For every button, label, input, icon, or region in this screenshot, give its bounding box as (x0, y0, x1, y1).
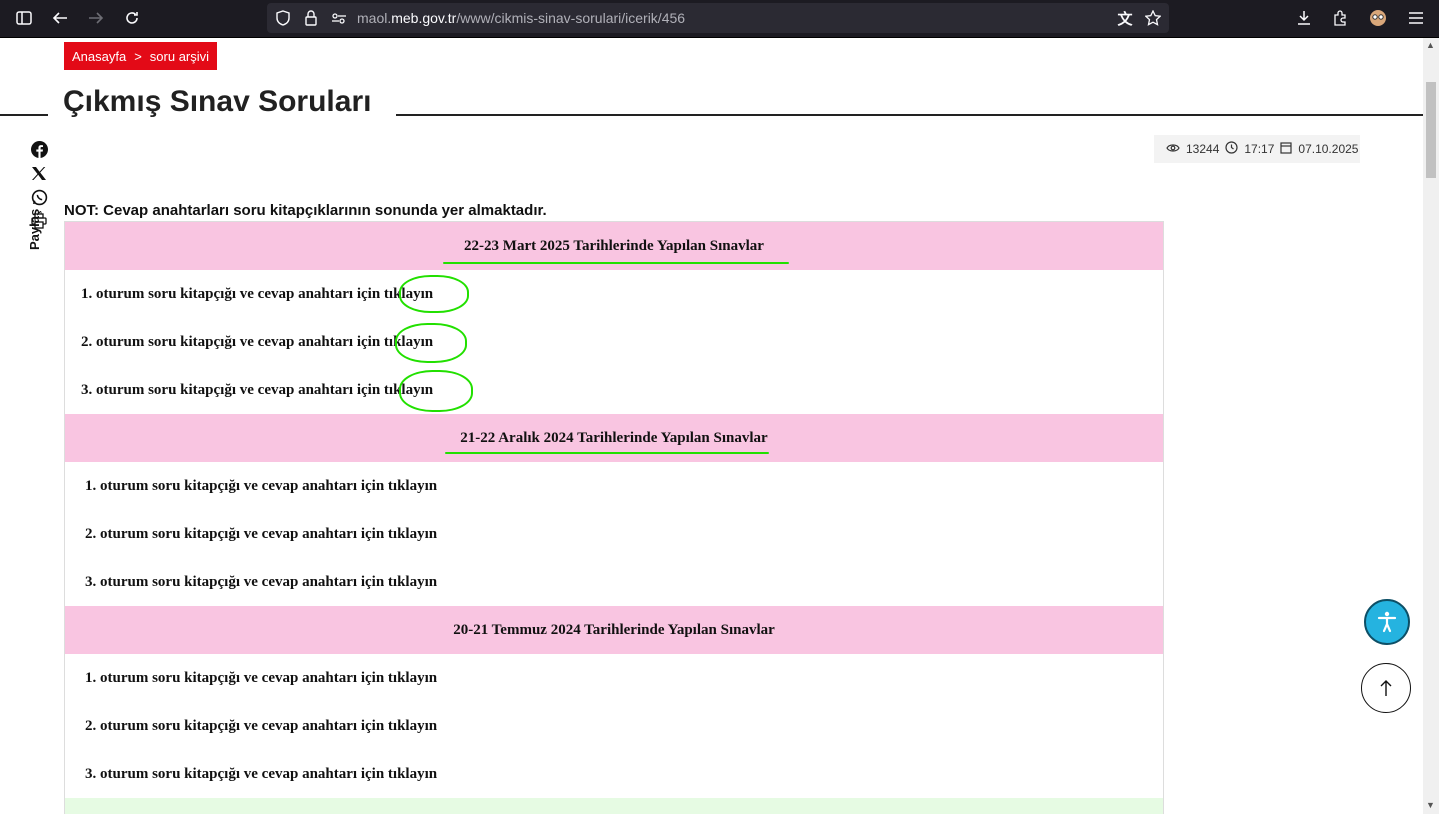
arrow-up-icon (1380, 680, 1392, 696)
annotation-circle (399, 275, 469, 313)
accessibility-icon (1377, 611, 1397, 633)
download-link[interactable]: tıklayın (388, 526, 437, 543)
sidebar-toggle-icon[interactable] (14, 8, 34, 28)
scroll-to-top-button[interactable] (1361, 663, 1411, 713)
download-link[interactable]: tıklayın (388, 766, 437, 783)
menu-icon[interactable] (1406, 8, 1426, 28)
row-text: 2. oturum soru kitapçığı ve cevap anahta… (85, 717, 385, 734)
annotation-underline (445, 452, 769, 454)
table-row: 1. oturum soru kitapçığı ve cevap anahta… (65, 270, 1163, 318)
url-text[interactable]: maol.meb.gov.tr/www/cikmis-sinav-sorular… (357, 10, 685, 26)
table-row: 1. oturum soru kitapçığı ve cevap anahta… (65, 654, 1163, 702)
section-title: 22-23 Mart 2025 Tarihlerinde Yapılan Sın… (464, 237, 764, 254)
reload-icon[interactable] (122, 8, 142, 28)
scroll-down-arrow-icon[interactable]: ▼ (1426, 800, 1435, 810)
page-scrollbar[interactable]: ▲ ▼ (1423, 38, 1439, 814)
permissions-icon[interactable] (329, 8, 349, 28)
section-title: 20-21 Temmuz 2024 Tarihlerinde Yapılan S… (453, 621, 775, 638)
breadcrumb-current[interactable]: soru arşivi (150, 49, 209, 64)
download-link[interactable]: tıklayın (388, 670, 437, 687)
breadcrumb-home-link[interactable]: Anasayfa (72, 49, 126, 64)
lock-icon[interactable] (301, 8, 321, 28)
row-text: 3. oturum soru kitapçığı ve cevap anahta… (81, 381, 381, 398)
article-meta: 13244 17:17 07.10.2025 (1154, 135, 1360, 163)
page-content: Anasayfa > soru arşivi Çıkmış Sınav Soru… (0, 38, 1423, 814)
browser-toolbar: maol.meb.gov.tr/www/cikmis-sinav-sorular… (0, 0, 1439, 38)
annotation-circle (399, 370, 473, 412)
extensions-icon[interactable] (1330, 8, 1350, 28)
table-row: 2. oturum soru kitapçığı ve cevap anahta… (65, 702, 1163, 750)
publish-time: 17:17 (1244, 142, 1275, 156)
shield-icon[interactable] (273, 8, 293, 28)
table-row: 3. oturum soru kitapçığı ve cevap anahta… (65, 366, 1163, 414)
section-title: 21-22 Aralık 2024 Tarihlerinde Yapılan S… (460, 429, 768, 446)
downloads-icon[interactable] (1294, 8, 1314, 28)
address-bar[interactable]: maol.meb.gov.tr/www/cikmis-sinav-sorular… (267, 3, 1169, 33)
view-count: 13244 (1186, 142, 1220, 156)
whatsapp-icon[interactable] (28, 186, 50, 208)
annotation-circle (395, 323, 467, 363)
annotation-underline (443, 262, 789, 264)
publish-date: 07.10.2025 (1298, 142, 1359, 156)
scrollbar-thumb[interactable] (1426, 82, 1436, 178)
table-row: 3. oturum soru kitapçığı ve cevap anahta… (65, 558, 1163, 606)
page-title: Çıkmış Sınav Soruları (63, 85, 372, 118)
translate-icon[interactable]: 文 (1115, 8, 1135, 28)
download-link[interactable]: tıklayın (388, 574, 437, 591)
bookmark-star-icon[interactable] (1143, 8, 1163, 28)
clock-icon (1225, 141, 1238, 157)
title-divider-left (0, 114, 48, 116)
x-twitter-icon[interactable] (28, 162, 50, 184)
row-text: 1. oturum soru kitapçığı ve cevap anahta… (81, 285, 381, 302)
section-header: 22-23 Mart 2025 Tarihlerinde Yapılan Sın… (65, 222, 1163, 270)
table-row: 3. oturum soru kitapçığı ve cevap anahta… (65, 750, 1163, 798)
back-icon[interactable] (50, 8, 70, 28)
row-text: 3. oturum soru kitapçığı ve cevap anahta… (85, 573, 385, 590)
section-header: 20-21 Temmuz 2024 Tarihlerinde Yapılan S… (65, 606, 1163, 654)
row-text: 2. oturum soru kitapçığı ve cevap anahta… (85, 525, 385, 542)
download-link[interactable]: tıklayın (388, 478, 437, 495)
accessibility-button[interactable] (1364, 599, 1410, 645)
row-text: 3. oturum soru kitapçığı ve cevap anahta… (85, 765, 385, 782)
share-label: Paylaş (27, 208, 42, 250)
breadcrumb: Anasayfa > soru arşivi (64, 42, 218, 70)
calendar-icon (1280, 141, 1293, 157)
row-text: 1. oturum soru kitapçığı ve cevap anahta… (85, 477, 385, 494)
table-row: 2. oturum soru kitapçığı ve cevap anahta… (65, 510, 1163, 558)
facebook-icon[interactable] (28, 138, 50, 160)
forward-icon[interactable] (86, 8, 106, 28)
download-link[interactable]: tıklayın (388, 718, 437, 735)
section-header-partial (65, 798, 1163, 814)
eye-icon (1166, 142, 1180, 156)
section-header: 21-22 Aralık 2024 Tarihlerinde Yapılan S… (65, 414, 1163, 462)
table-row: 1. oturum soru kitapçığı ve cevap anahta… (65, 462, 1163, 510)
breadcrumb-separator: > (134, 48, 142, 64)
title-divider-right (396, 114, 1423, 116)
profile-avatar-icon[interactable] (1368, 8, 1388, 28)
row-text: 1. oturum soru kitapçığı ve cevap anahta… (85, 669, 385, 686)
exam-table: 22-23 Mart 2025 Tarihlerinde Yapılan Sın… (64, 221, 1164, 814)
scroll-up-arrow-icon[interactable]: ▲ (1426, 40, 1435, 50)
answer-key-note: NOT: Cevap anahtarları soru kitapçıkları… (64, 202, 547, 219)
row-text: 2. oturum soru kitapçığı ve cevap anahta… (81, 333, 381, 350)
table-row: 2. oturum soru kitapçığı ve cevap anahta… (65, 318, 1163, 366)
